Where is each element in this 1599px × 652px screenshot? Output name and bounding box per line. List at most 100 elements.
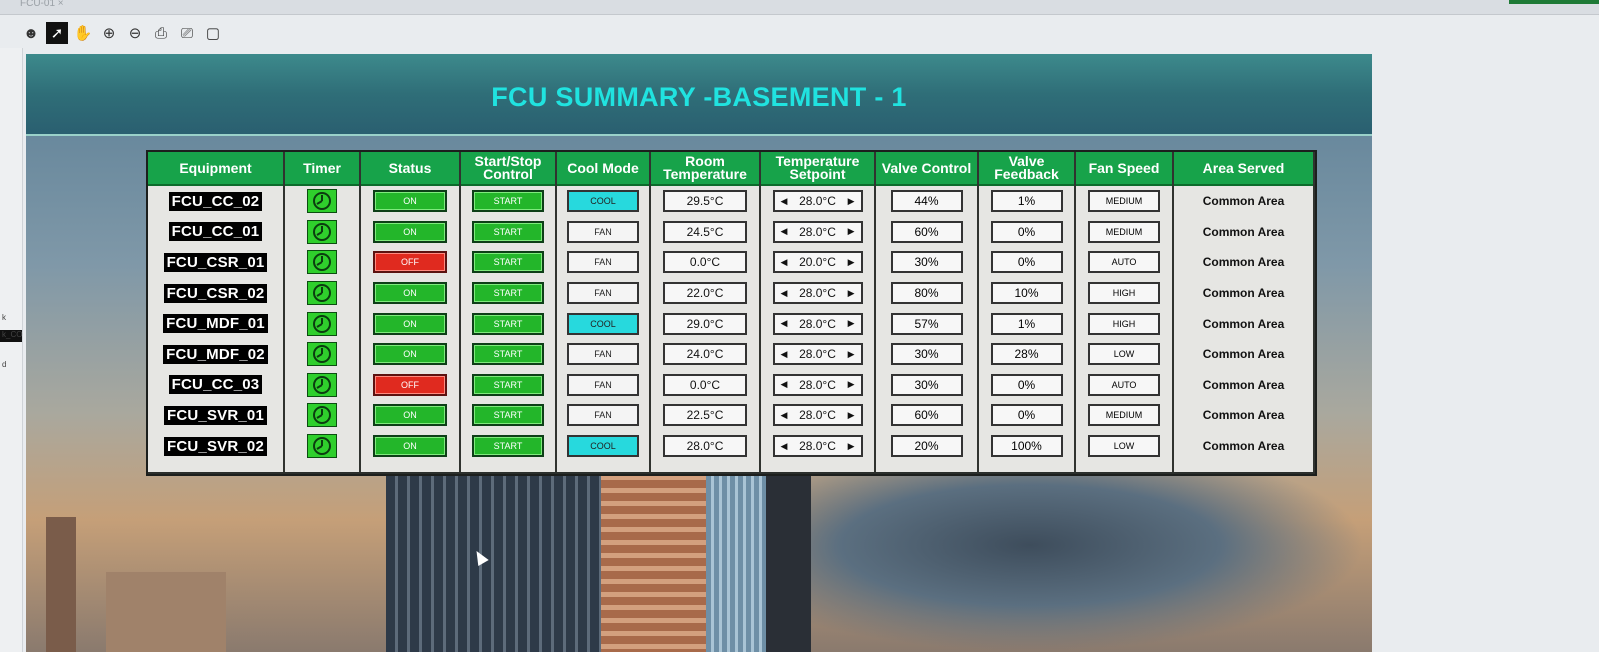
increase-arrow-icon[interactable]: ▶ [848,257,855,268]
start-button[interactable]: START [472,312,544,335]
timer-clock-icon[interactable] [307,281,337,306]
start-button[interactable]: START [472,373,544,396]
equipment-label[interactable]: FCU_CSR_02 [163,283,268,303]
header-fan-speed: Fan Speed [1076,152,1172,186]
valve-control-value[interactable]: 57% [890,312,963,335]
page-icon[interactable]: ▢ [202,22,224,44]
table-cell: START [461,278,555,309]
table-cell: FAN [557,247,649,278]
start-button[interactable]: START [472,251,544,274]
mode-button[interactable]: COOL [567,312,639,335]
fan-speed-button[interactable]: MEDIUM [1088,404,1160,427]
column-setpoint: Temperature Setpoint ◀ 28.0°C ▶ ◀ 28.0°C ▶ ◀ 20.… [761,152,876,472]
start-button[interactable]: START [472,404,544,427]
decrease-arrow-icon[interactable]: ◀ [781,441,788,452]
timer-clock-icon[interactable] [307,403,337,428]
setpoint-stepper[interactable]: ◀ 28.0°C ▶ [772,312,863,335]
decrease-arrow-icon[interactable]: ◀ [781,288,788,299]
timer-clock-icon[interactable] [307,189,337,214]
fan-speed-button[interactable]: MEDIUM [1088,190,1160,213]
setpoint-stepper[interactable]: ◀ 28.0°C ▶ [772,373,863,396]
fan-speed-button[interactable]: AUTO [1088,373,1160,396]
decrease-arrow-icon[interactable]: ◀ [781,349,788,360]
fan-speed-button[interactable]: LOW [1088,343,1160,366]
equipment-label[interactable]: FCU_CC_03 [168,375,263,395]
decrease-arrow-icon[interactable]: ◀ [781,410,788,421]
setpoint-stepper[interactable]: ◀ 28.0°C ▶ [772,435,863,458]
decrease-arrow-icon[interactable]: ◀ [781,226,788,237]
valve-control-value[interactable]: 60% [890,220,963,243]
setpoint-stepper[interactable]: ◀ 28.0°C ▶ [772,404,863,427]
valve-control-value[interactable]: 30% [890,343,963,366]
table-cell: 24.5°C [651,217,759,248]
valve-control-value[interactable]: 44% [890,190,963,213]
equipment-label[interactable]: FCU_MDF_01 [163,314,268,334]
increase-arrow-icon[interactable]: ▶ [848,379,855,390]
pointer-icon[interactable]: ➚ [46,22,68,44]
increase-arrow-icon[interactable]: ▶ [848,410,855,421]
mode-button[interactable]: FAN [567,220,639,243]
increase-arrow-icon[interactable]: ▶ [848,196,855,207]
fan-speed-button[interactable]: LOW [1088,435,1160,458]
timer-clock-icon[interactable] [307,219,337,244]
mode-button[interactable]: FAN [567,282,639,305]
start-button[interactable]: START [472,343,544,366]
equipment-label[interactable]: FCU_MDF_02 [163,344,268,364]
user-icon[interactable]: ☻ [20,22,42,44]
valve-control-value[interactable]: 30% [890,251,963,274]
valve-control-value[interactable]: 80% [890,282,963,305]
timer-clock-icon[interactable] [307,250,337,275]
equipment-label[interactable]: FCU_CC_02 [168,191,263,211]
mode-button[interactable]: COOL [567,190,639,213]
timer-clock-icon[interactable] [307,342,337,367]
start-button[interactable]: START [472,220,544,243]
tab-fcu[interactable]: FCU-01 × [20,0,64,9]
setpoint-value: 28.0°C [799,224,836,239]
fan-speed-button[interactable]: MEDIUM [1088,220,1160,243]
increase-arrow-icon[interactable]: ▶ [848,441,855,452]
decrease-arrow-icon[interactable]: ◀ [781,257,788,268]
equipment-label[interactable]: FCU_SVR_01 [163,405,268,425]
zoom-out-icon[interactable]: ⊖ [124,22,146,44]
setpoint-stepper[interactable]: ◀ 28.0°C ▶ [772,190,863,213]
print-preview-icon[interactable]: ⎚ [176,22,198,44]
increase-arrow-icon[interactable]: ▶ [848,226,855,237]
fan-speed-button[interactable]: HIGH [1088,282,1160,305]
valve-control-value[interactable]: 30% [890,373,963,396]
setpoint-stepper[interactable]: ◀ 28.0°C ▶ [772,220,863,243]
fan-speed-button[interactable]: HIGH [1088,312,1160,335]
hand-icon[interactable]: ✋ [72,22,94,44]
start-button[interactable]: START [472,435,544,458]
mode-button[interactable]: COOL [567,435,639,458]
valve-control-value[interactable]: 20% [890,435,963,458]
table-cell: MEDIUM [1076,186,1172,217]
setpoint-value: 28.0°C [799,194,836,209]
mode-button[interactable]: FAN [567,343,639,366]
table-cell: 28% [979,339,1074,370]
zoom-in-icon[interactable]: ⊕ [98,22,120,44]
decrease-arrow-icon[interactable]: ◀ [781,196,788,207]
increase-arrow-icon[interactable]: ▶ [848,318,855,329]
start-button[interactable]: START [472,190,544,213]
fan-speed-button[interactable]: AUTO [1088,251,1160,274]
setpoint-stepper[interactable]: ◀ 20.0°C ▶ [772,251,863,274]
setpoint-stepper[interactable]: ◀ 28.0°C ▶ [772,282,863,305]
mode-button[interactable]: FAN [567,404,639,427]
setpoint-stepper[interactable]: ◀ 28.0°C ▶ [772,343,863,366]
decrease-arrow-icon[interactable]: ◀ [781,318,788,329]
equipment-label[interactable]: FCU_SVR_02 [163,436,268,456]
print-icon[interactable]: ⎙ [150,22,172,44]
timer-clock-icon[interactable] [307,311,337,336]
equipment-label[interactable]: FCU_CC_01 [168,222,263,242]
mode-button[interactable]: FAN [567,251,639,274]
timer-clock-icon[interactable] [307,434,337,459]
increase-arrow-icon[interactable]: ▶ [848,349,855,360]
start-button[interactable]: START [472,282,544,305]
increase-arrow-icon[interactable]: ▶ [848,288,855,299]
valve-control-value[interactable]: 60% [890,404,963,427]
timer-clock-icon[interactable] [307,372,337,397]
decrease-arrow-icon[interactable]: ◀ [781,379,788,390]
equipment-label[interactable]: FCU_CSR_01 [163,252,268,272]
table-cell: 10% [979,278,1074,309]
mode-button[interactable]: FAN [567,373,639,396]
